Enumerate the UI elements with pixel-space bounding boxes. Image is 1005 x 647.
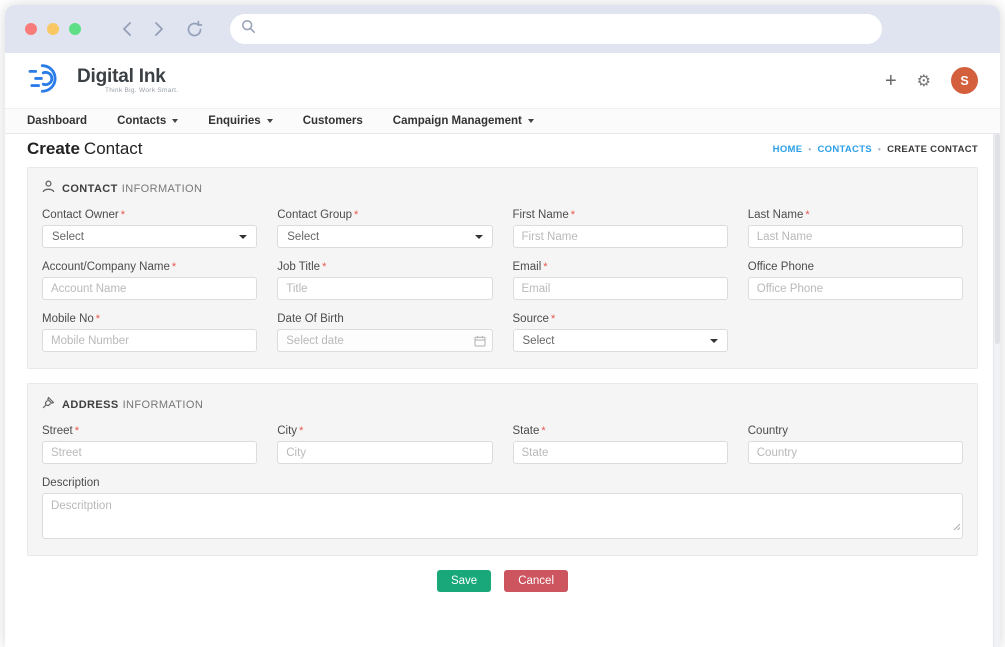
breadcrumb-current: CREATE CONTACT (887, 144, 978, 155)
contact-group-select[interactable]: Select (277, 225, 492, 248)
required-asterisk: * (541, 425, 545, 437)
contact-information-panel: CONTACTINFORMATION Contact Owner* Select… (27, 167, 978, 369)
required-asterisk: * (75, 425, 79, 437)
required-asterisk: * (299, 425, 303, 437)
chevron-down-icon (475, 235, 483, 239)
nav-item-dashboard[interactable]: Dashboard (27, 115, 87, 127)
breadcrumb-contacts[interactable]: CONTACTS (817, 144, 871, 155)
scrollbar[interactable] (993, 134, 1000, 647)
required-asterisk: * (571, 209, 575, 221)
pushpin-icon (42, 396, 55, 414)
field-office-phone: Office Phone (748, 261, 963, 300)
required-asterisk: * (551, 313, 555, 325)
browser-window: Digital Ink Think Big. Work Smart. + ⚙ S… (5, 5, 1000, 647)
window-close-button[interactable] (25, 23, 37, 35)
state-input[interactable] (513, 441, 728, 464)
window-minimize-button[interactable] (47, 23, 59, 35)
window-controls (25, 23, 81, 35)
save-button[interactable]: Save (437, 570, 491, 592)
required-asterisk: * (354, 209, 358, 221)
breadcrumb-separator: • (808, 145, 811, 154)
field-mobile-no: Mobile No* (42, 313, 257, 352)
source-select[interactable]: Select (513, 329, 728, 352)
required-asterisk: * (96, 313, 100, 325)
nav-item-contacts[interactable]: Contacts (117, 115, 178, 127)
field-date-of-birth: Date Of Birth (277, 313, 492, 352)
city-input[interactable] (277, 441, 492, 464)
account-name-input[interactable] (42, 277, 257, 300)
contact-owner-select[interactable]: Select (42, 225, 257, 248)
breadcrumb-home[interactable]: HOME (773, 144, 803, 155)
field-description: Description (42, 477, 963, 539)
address-bar[interactable] (230, 14, 882, 44)
back-icon[interactable] (121, 21, 133, 37)
brand-logo[interactable]: Digital Ink Think Big. Work Smart. (27, 60, 178, 101)
mobile-number-input[interactable] (42, 329, 257, 352)
field-last-name: Last Name* (748, 209, 963, 248)
field-state: State* (513, 425, 728, 464)
breadcrumb: HOME • CONTACTS • CREATE CONTACT (773, 144, 978, 155)
user-avatar[interactable]: S (951, 67, 978, 94)
required-asterisk: * (121, 209, 125, 221)
field-country: Country (748, 425, 963, 464)
chevron-down-icon (172, 119, 178, 123)
required-asterisk: * (543, 261, 547, 273)
scrollbar-thumb[interactable] (995, 134, 1000, 344)
search-icon (241, 19, 256, 39)
job-title-input[interactable] (277, 277, 492, 300)
brand-name: Digital Ink (77, 67, 178, 87)
reload-icon[interactable] (185, 20, 204, 39)
field-source: Source* Select (513, 313, 728, 352)
forward-icon[interactable] (153, 21, 165, 37)
chevron-down-icon (710, 339, 718, 343)
address-information-panel: ADDRESSINFORMATION Street* City* State* … (27, 383, 978, 556)
date-of-birth-input[interactable] (277, 329, 492, 352)
main-nav: Dashboard Contacts Enquiries Customers C… (5, 108, 1000, 134)
page-title: CreateContact (27, 139, 143, 159)
field-first-name: First Name* (513, 209, 728, 248)
street-input[interactable] (42, 441, 257, 464)
nav-item-customers[interactable]: Customers (303, 115, 363, 127)
section-title: ADDRESSINFORMATION (62, 399, 203, 411)
required-asterisk: * (322, 261, 326, 273)
field-job-title: Job Title* (277, 261, 492, 300)
brand-tagline: Think Big. Work Smart. (77, 87, 178, 94)
first-name-input[interactable] (513, 225, 728, 248)
email-input[interactable] (513, 277, 728, 300)
field-contact-owner: Contact Owner* Select (42, 209, 257, 248)
person-icon (42, 180, 55, 198)
window-zoom-button[interactable] (69, 23, 81, 35)
country-input[interactable] (748, 441, 963, 464)
field-contact-group: Contact Group* Select (277, 209, 492, 248)
nav-item-enquiries[interactable]: Enquiries (208, 115, 272, 127)
url-input[interactable] (264, 22, 871, 36)
chevron-down-icon (239, 235, 247, 239)
field-email: Email* (513, 261, 728, 300)
field-street: Street* (42, 425, 257, 464)
chevron-down-icon (528, 119, 534, 123)
section-title: CONTACTINFORMATION (62, 183, 202, 195)
required-asterisk: * (172, 261, 176, 273)
digital-ink-logo-icon (27, 60, 69, 101)
browser-chrome (5, 5, 1000, 53)
description-textarea[interactable] (42, 493, 963, 539)
last-name-input[interactable] (748, 225, 963, 248)
add-icon[interactable]: + (885, 71, 897, 91)
cancel-button[interactable]: Cancel (504, 570, 568, 592)
gear-icon[interactable]: ⚙ (917, 71, 931, 90)
field-city: City* (277, 425, 492, 464)
app-header: Digital Ink Think Big. Work Smart. + ⚙ S (5, 53, 1000, 108)
field-account-company-name: Account/Company Name* (42, 261, 257, 300)
office-phone-input[interactable] (748, 277, 963, 300)
chevron-down-icon (267, 119, 273, 123)
required-asterisk: * (805, 209, 809, 221)
nav-item-campaign-management[interactable]: Campaign Management (393, 115, 534, 127)
breadcrumb-separator: • (878, 145, 881, 154)
